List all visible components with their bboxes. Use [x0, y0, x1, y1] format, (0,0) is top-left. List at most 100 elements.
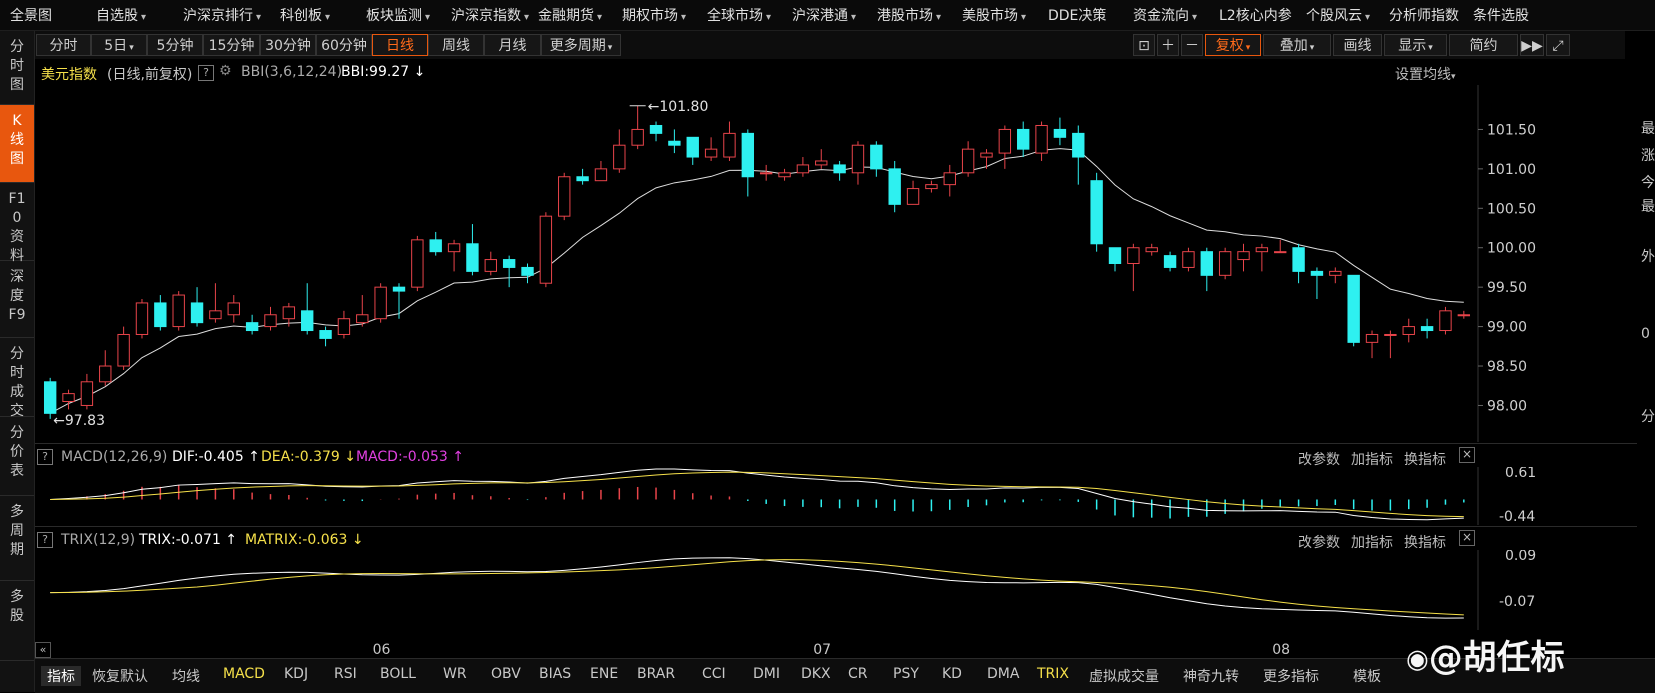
indicator-tab-15[interactable]: CR [848, 666, 868, 682]
candle[interactable] [686, 136, 699, 165]
candle[interactable] [1420, 318, 1434, 339]
menu-item-13[interactable]: 资金流向 ▾ [1133, 5, 1197, 25]
indicator-tab-16[interactable]: PSY [893, 666, 919, 682]
candle[interactable] [1145, 243, 1158, 256]
indicator-tab-14[interactable]: DKX [801, 666, 831, 682]
indicator-tab-19[interactable]: TRIX [1037, 666, 1069, 682]
menu-item-7[interactable]: 期权市场 ▾ [622, 5, 686, 25]
instrument-title[interactable]: 美元指数 [41, 64, 97, 84]
candle[interactable] [319, 326, 332, 347]
candle[interactable] [80, 373, 94, 410]
left-nav-item-7[interactable]: 多股 [0, 581, 34, 661]
macd-edit-params-button[interactable]: 改参数 [1298, 449, 1340, 469]
indicator-tab-21[interactable]: 神奇九转 [1183, 666, 1239, 686]
candle[interactable] [521, 263, 534, 284]
zoom-out-icon[interactable]: － [1181, 34, 1203, 56]
candle[interactable] [484, 251, 497, 276]
period-button-5[interactable]: 60分钟 [316, 34, 372, 56]
candle[interactable] [778, 168, 791, 181]
candle[interactable] [833, 160, 846, 181]
candle[interactable] [576, 168, 589, 185]
candle[interactable] [227, 295, 240, 323]
candle[interactable] [172, 291, 185, 331]
macd-name[interactable]: MACD(12,26,9) [61, 449, 167, 465]
period-button-3[interactable]: 15分钟 [203, 34, 260, 56]
left-nav-item-3[interactable]: 深度F9 [0, 261, 34, 338]
left-nav-item-1[interactable]: K线图 [0, 105, 34, 183]
menu-item-4[interactable]: 板块监测 ▾ [366, 5, 430, 25]
indicator-tab-12[interactable]: CCI [702, 666, 726, 682]
menu-item-6[interactable]: 金融期货 ▾ [538, 5, 602, 25]
candle[interactable] [613, 129, 626, 173]
indicator-tab-17[interactable]: KD [942, 666, 962, 682]
candle[interactable] [209, 283, 222, 323]
indicator-tab-23[interactable]: 模板 [1353, 666, 1381, 686]
indicator-tab-8[interactable]: OBV [491, 666, 521, 682]
candle[interactable] [704, 137, 718, 161]
fast-forward-icon[interactable]: ▶▶ [1520, 34, 1544, 56]
indicator-tab-22[interactable]: 更多指标 [1263, 666, 1319, 686]
menu-item-0[interactable]: 全景图 [10, 5, 52, 25]
indicator-tab-7[interactable]: WR [443, 666, 467, 682]
candle[interactable] [1200, 247, 1213, 292]
help-icon[interactable]: ? [37, 448, 53, 465]
candle[interactable] [906, 180, 920, 205]
menu-item-9[interactable]: 沪深港通 ▾ [792, 5, 856, 25]
left-nav-item-0[interactable]: 分时图 [0, 31, 34, 105]
zoom-in-icon[interactable]: ＋ [1157, 34, 1179, 56]
candle[interactable] [1108, 247, 1122, 272]
candle[interactable] [1072, 125, 1085, 185]
candle[interactable] [741, 129, 755, 197]
left-nav-item-4[interactable]: 分时成交 [0, 338, 34, 419]
candle[interactable] [870, 141, 883, 177]
candle[interactable] [668, 129, 681, 154]
period-button-7[interactable]: 周线 [428, 34, 484, 56]
period-button-6[interactable]: 日线 [372, 34, 428, 56]
trix-chart[interactable]: 0.09 -0.07 [35, 550, 1637, 630]
candle[interactable] [539, 212, 553, 288]
menu-item-5[interactable]: 沪深京指数 ▾ [451, 5, 529, 25]
menu-item-10[interactable]: 港股市场 ▾ [877, 5, 941, 25]
menu-item-14[interactable]: L2核心内参 [1219, 5, 1292, 25]
menu-item-3[interactable]: 科创板 ▾ [280, 5, 330, 25]
candle[interactable] [1053, 117, 1067, 146]
candle[interactable] [925, 180, 938, 193]
candle[interactable] [1090, 172, 1103, 252]
candle[interactable] [851, 141, 865, 185]
candle[interactable] [502, 255, 516, 288]
candle[interactable] [1402, 318, 1415, 343]
candle[interactable] [759, 164, 773, 181]
candlestick-chart[interactable]: 98.00 98.50 99.00 99.50 100.00 100.50 101.00 10… [35, 85, 1637, 442]
set-ma-button[interactable]: 设置均线▾ [1395, 64, 1456, 84]
period-button-2[interactable]: 5分钟 [147, 34, 203, 56]
candle[interactable] [796, 157, 810, 177]
macd-chart[interactable]: 0.61 -0.44 [35, 467, 1637, 525]
candle[interactable] [649, 121, 663, 142]
indicator-tab-11[interactable]: BRAR [637, 666, 675, 682]
indicator-tab-1[interactable]: 恢复默认 [92, 666, 148, 686]
indicator-tab-5[interactable]: RSI [334, 666, 357, 682]
period-button-9[interactable]: 更多周期 ▾ [541, 34, 621, 56]
gear-icon[interactable]: ⚙ [219, 63, 232, 79]
candle[interactable] [888, 160, 901, 213]
candle[interactable] [815, 149, 828, 169]
menu-item-16[interactable]: 分析师指数 [1389, 5, 1459, 25]
trix-edit-params-button[interactable]: 改参数 [1298, 532, 1340, 552]
candle[interactable] [1218, 247, 1232, 280]
candle[interactable] [447, 239, 461, 272]
menu-item-2[interactable]: 沪深京排行 ▾ [183, 5, 261, 25]
fullscreen-icon[interactable]: ⤢ [1546, 34, 1570, 56]
candle[interactable] [961, 141, 975, 177]
candle[interactable] [594, 160, 608, 182]
period-button-1[interactable]: 5日 ▾ [91, 34, 147, 56]
candle[interactable] [374, 283, 387, 323]
help-icon[interactable]: ? [37, 531, 53, 548]
indicator-tab-9[interactable]: BIAS [539, 666, 571, 682]
candle[interactable] [264, 306, 277, 331]
candle[interactable] [99, 350, 112, 386]
indicator-tab-3[interactable]: MACD [223, 666, 265, 682]
indicator-tab-13[interactable]: DMI [753, 666, 780, 682]
candle[interactable] [337, 310, 351, 339]
candle[interactable] [1365, 330, 1379, 359]
candle[interactable] [998, 125, 1012, 169]
